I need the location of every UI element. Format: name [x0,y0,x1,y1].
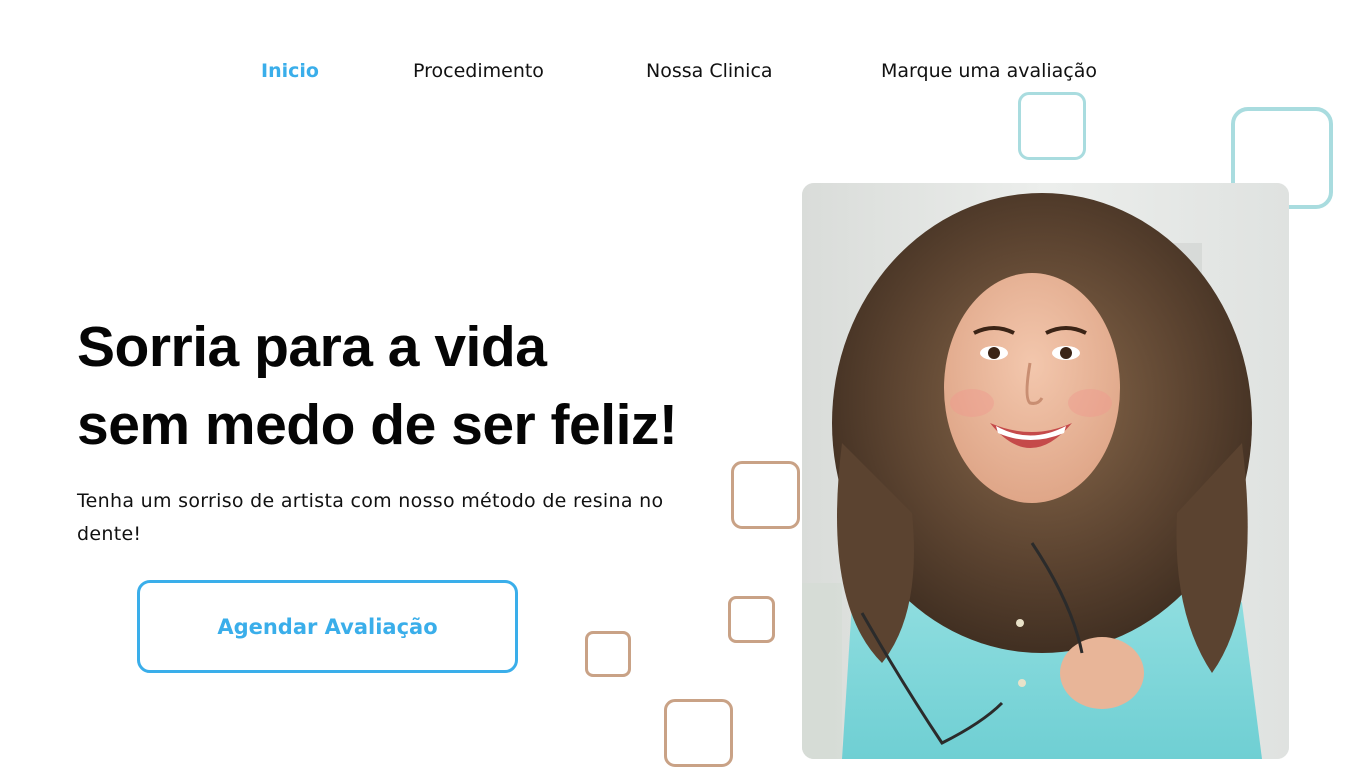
decorative-square [664,699,733,767]
schedule-evaluation-button[interactable]: Agendar Avaliação [137,580,518,673]
hero-photo [802,183,1289,759]
decorative-square [1018,92,1086,160]
decorative-square [728,596,775,643]
headline-line-1: Sorria para a vida [77,315,547,379]
nav-link-nossa-clinica[interactable]: Nossa Clinica [646,58,773,84]
decorative-square [731,461,800,529]
nav-link-procedimento[interactable]: Procedimento [413,58,544,84]
woman-smiling-photo-icon [802,183,1289,759]
landing-page: Inicio Procedimento Nossa Clinica Marque… [0,0,1366,768]
nav-link-inicio[interactable]: Inicio [261,58,319,84]
decorative-square [585,631,631,677]
headline-line-2: sem medo de ser feliz! [77,393,678,457]
hero-headline: Sorria para a vida sem medo de ser feliz… [77,308,678,464]
hero-subtitle: Tenha um sorriso de artista com nosso mé… [77,490,664,545]
nav-link-marque-avaliacao[interactable]: Marque uma avaliação [881,58,1097,84]
